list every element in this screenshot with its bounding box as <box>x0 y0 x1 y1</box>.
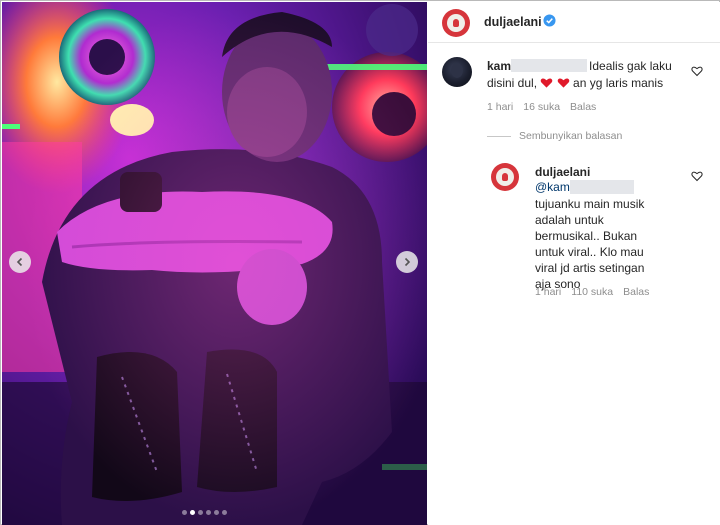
mention-text[interactable]: @kam <box>535 180 570 194</box>
comment-meta: 1 hari 16 suka Balas <box>487 101 596 113</box>
reply-text: tujuanku main musik adalah untuk bermusi… <box>535 197 645 291</box>
comment-likes[interactable]: 16 suka <box>523 101 560 113</box>
reply-time: 1 hari <box>535 286 562 298</box>
instagram-post-window: duljaelani kam Idealis gak laku disini du… <box>0 0 720 525</box>
reply-likes[interactable]: 110 suka <box>571 286 613 298</box>
comment-time: 1 hari <box>487 101 514 113</box>
reply-button[interactable]: Balas <box>623 286 649 298</box>
chevron-right-icon <box>404 257 411 267</box>
redaction-block <box>569 180 634 194</box>
divider-line <box>487 135 511 137</box>
carousel-dots <box>182 510 227 515</box>
author-avatar[interactable] <box>442 9 470 37</box>
redaction-block <box>511 59 588 72</box>
carousel-next-button[interactable] <box>396 251 418 273</box>
comment-text: kam Idealis gak laku disini dul, an yg la… <box>487 58 692 92</box>
heart-outline-icon[interactable] <box>691 65 703 77</box>
post-photo-image <box>2 2 427 525</box>
red-heart-emoji-icon <box>557 78 570 88</box>
carousel-prev-button[interactable] <box>9 251 31 273</box>
comments-panel: duljaelani kam Idealis gak laku disini du… <box>428 2 720 525</box>
comment-body-part2: an yg laris manis <box>569 76 664 90</box>
reply-mention[interactable]: @kam <box>535 180 634 194</box>
heart-outline-icon[interactable] <box>691 170 703 182</box>
commenter-avatar[interactable] <box>442 57 472 87</box>
hide-replies-toggle[interactable]: Sembunyikan balasan <box>487 130 622 142</box>
carousel-dot <box>222 510 227 515</box>
carousel-dot <box>206 510 211 515</box>
carousel-dot <box>198 510 203 515</box>
comment-username[interactable]: kam <box>487 59 511 73</box>
red-heart-emoji-icon <box>541 78 553 88</box>
carousel-dot <box>214 510 219 515</box>
post-header: duljaelani <box>428 2 720 43</box>
reply-username[interactable]: duljaelani <box>535 165 590 179</box>
reply-button[interactable]: Balas <box>570 101 596 113</box>
post-photo <box>2 2 427 525</box>
hide-replies-label: Sembunyikan balasan <box>519 130 623 142</box>
verified-badge-icon <box>543 14 556 27</box>
reply-author-avatar[interactable] <box>491 163 519 191</box>
carousel-dot <box>190 510 195 515</box>
author-username[interactable]: duljaelani <box>484 15 542 29</box>
chevron-left-icon <box>16 257 23 267</box>
reply-meta: 1 hari 110 suka Balas <box>535 286 649 298</box>
carousel-dot <box>182 510 187 515</box>
